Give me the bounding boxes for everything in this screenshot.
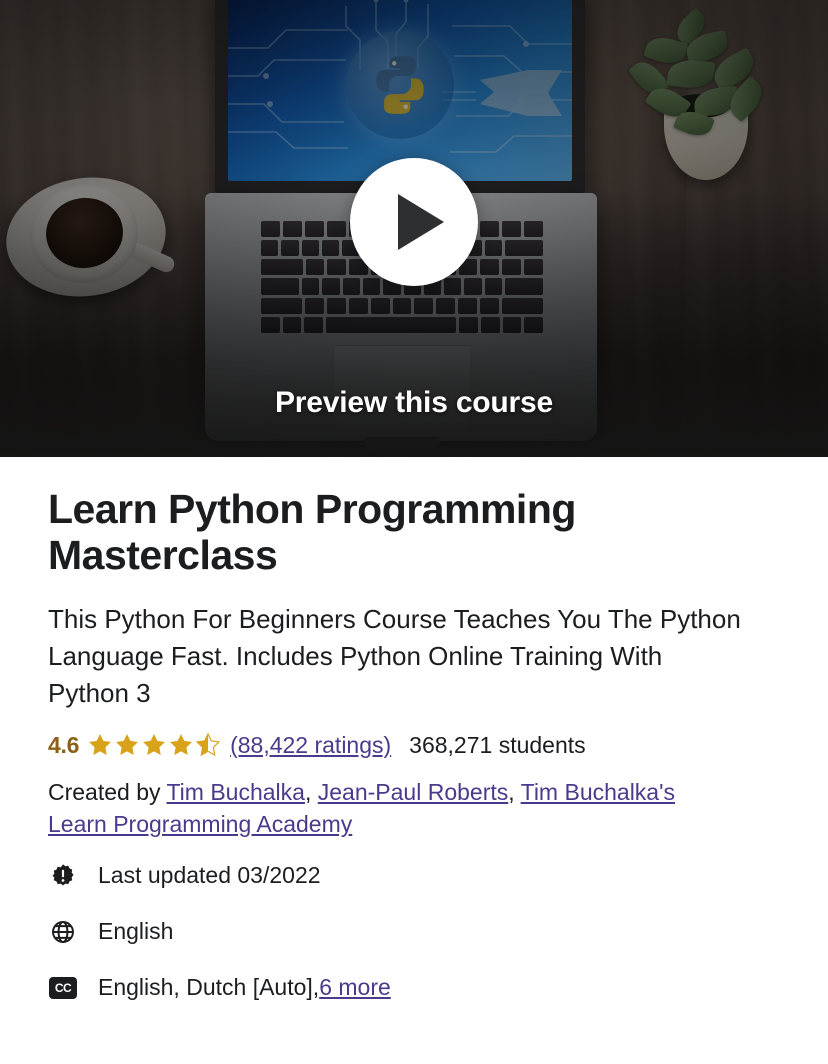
captions-text: English, Dutch [Auto], <box>98 974 320 1001</box>
created-by-prefix: Created by <box>48 778 167 805</box>
rating-row: 4.6 (88,422 ratings) 368,271 students <box>48 732 780 759</box>
captions-more-link[interactable]: 6 more <box>319 974 391 1001</box>
cc-badge-label: CC <box>49 976 77 999</box>
students-count: 368,271 students <box>409 731 586 758</box>
meta-row-language: English <box>48 917 780 947</box>
star-filled-icon <box>143 733 166 755</box>
python-logo-icon <box>376 55 424 114</box>
star-filled-icon <box>116 733 139 755</box>
star-filled-icon <box>89 733 112 755</box>
course-meta-list: Last updated 03/2022 English CC English,… <box>48 861 780 1003</box>
python-logo-circle <box>346 30 454 139</box>
meta-row-captions: CC English, Dutch [Auto], 6 more <box>48 973 780 1003</box>
globe-icon <box>48 917 78 947</box>
instructor-separator: , <box>304 778 318 805</box>
update-badge-icon <box>48 861 78 891</box>
last-updated-text: Last updated 03/2022 <box>98 862 321 889</box>
update-badge-glyph <box>52 864 74 886</box>
course-title: Learn Python Programming Masterclass <box>48 486 576 578</box>
course-details: Learn Python Programming Masterclass Thi… <box>0 457 828 1003</box>
language-text: English <box>98 918 174 945</box>
course-preview-video[interactable]: Preview this course <box>0 0 828 457</box>
globe-glyph <box>52 920 74 943</box>
star-rating <box>87 732 221 758</box>
ratings-count-link[interactable]: (88,422 ratings) <box>230 732 391 759</box>
instructor-link-1[interactable]: Tim Buchalka <box>166 779 304 805</box>
rating-value: 4.6 <box>48 731 80 758</box>
instructor-separator: , <box>508 778 521 805</box>
instructor-link-2[interactable]: Jean-Paul Roberts <box>318 779 509 805</box>
plant-leaves <box>616 7 776 142</box>
laptop-base-lip <box>365 437 439 449</box>
star-half-icon <box>195 732 221 757</box>
preview-this-course-label: Preview this course <box>275 386 553 419</box>
play-icon[interactable] <box>350 158 478 286</box>
course-headline: This Python For Beginners Course Teaches… <box>48 603 741 708</box>
laptop-screen <box>228 0 572 181</box>
meta-row-last-updated: Last updated 03/2022 <box>48 861 780 891</box>
play-triangle <box>398 194 444 250</box>
created-by-row: Created by Tim Buchalka, Jean-Paul Rober… <box>48 776 728 841</box>
star-filled-icon <box>170 733 193 755</box>
closed-caption-icon: CC <box>48 973 78 1003</box>
